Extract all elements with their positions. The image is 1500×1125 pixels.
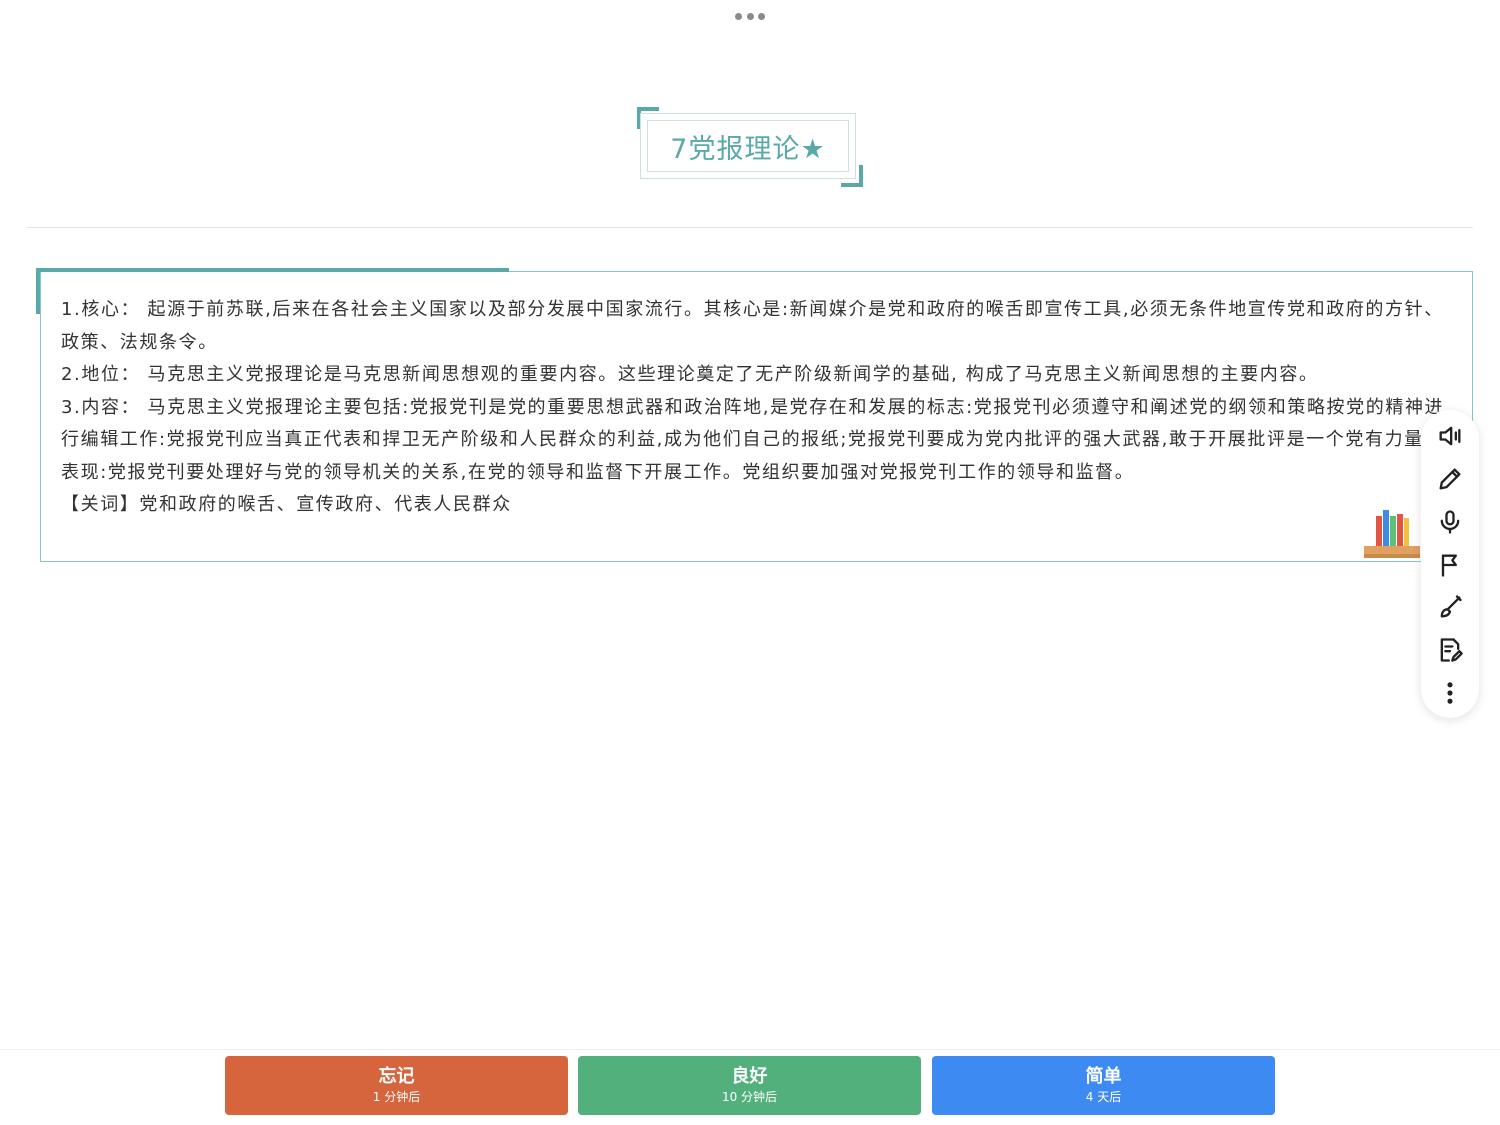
edit-button[interactable] <box>1432 461 1468 497</box>
answer-line: 3.内容： 马克思主义党报理论主要包括:党报党刊是党的重要思想武器和政治阵地,是… <box>61 396 1445 483</box>
divider <box>27 227 1473 228</box>
note-button[interactable] <box>1432 632 1468 668</box>
speaker-button[interactable] <box>1432 418 1468 454</box>
pencil-icon <box>1439 468 1461 490</box>
record-button[interactable] <box>1432 504 1468 540</box>
corner-decoration <box>841 165 863 187</box>
good-interval: 10 分钟后 <box>721 1090 778 1104</box>
flag-icon <box>1441 554 1457 577</box>
good-label: 良好 <box>731 1066 768 1087</box>
card-accent <box>36 268 509 272</box>
answer-line: 【关词】党和政府的喉舌、宣传政府、代表人民群众 <box>61 494 512 515</box>
again-label: 忘记 <box>378 1066 415 1087</box>
speaker-icon <box>1439 426 1461 446</box>
answer-card: 1.核心： 起源于前苏联,后来在各社会主义国家以及部分发展中国家流行。其核心是:… <box>36 268 1473 562</box>
card-title: 7党报理论★ <box>647 120 849 172</box>
good-button[interactable]: 良好 10 分钟后 <box>578 1056 921 1115</box>
easy-label: 简单 <box>1085 1066 1122 1087</box>
flag-button[interactable] <box>1432 547 1468 583</box>
side-toolbar <box>1421 410 1479 718</box>
brush-icon <box>1440 595 1462 618</box>
draw-button[interactable] <box>1432 589 1468 625</box>
easy-interval: 4 天后 <box>1085 1090 1122 1104</box>
answer-line: 2.地位： 马克思主义党报理论是马克思新闻思想观的重要内容。这些理论奠定了无产阶… <box>61 364 1319 385</box>
card-accent <box>36 268 40 314</box>
card-title-frame: 7党报理论★ <box>637 107 863 187</box>
easy-button[interactable]: 简单 4 天后 <box>932 1056 1275 1115</box>
answer-line: 1.核心： 起源于前苏联,后来在各社会主义国家以及部分发展中国家流行。其核心是:… <box>61 299 1444 353</box>
more-dots-icon[interactable] <box>735 10 765 22</box>
again-button[interactable]: 忘记 1 分钟后 <box>225 1056 568 1115</box>
edit-note-icon <box>1440 638 1463 662</box>
microphone-icon <box>1440 509 1460 534</box>
review-screen: 7党报理论★ 1.核心： 起源于前苏联,后来在各社会主义国家以及部分发展中国家流… <box>0 0 1500 1125</box>
again-interval: 1 分钟后 <box>372 1090 421 1104</box>
divider <box>0 1049 1500 1050</box>
answer-text: 1.核心： 起源于前苏联,后来在各社会主义国家以及部分发展中国家流行。其核心是:… <box>61 294 1456 522</box>
more-button[interactable] <box>1432 675 1468 711</box>
more-icon <box>1447 682 1453 704</box>
books-icon <box>1364 510 1420 558</box>
